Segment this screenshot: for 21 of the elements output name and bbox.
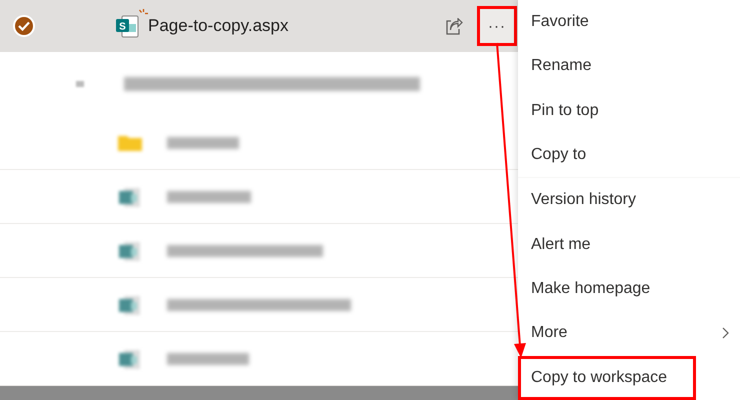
menu-item[interactable]: Version history <box>518 178 740 223</box>
menu-item[interactable]: Pin to top <box>518 88 740 133</box>
menu-item[interactable]: Alert me <box>518 222 740 267</box>
page-icon[interactable] <box>117 294 143 316</box>
checkmark-icon[interactable] <box>13 15 35 37</box>
page-icon[interactable] <box>117 186 143 208</box>
menu-item[interactable]: Favorite <box>518 0 740 44</box>
page-icon[interactable] <box>117 348 143 370</box>
page-icon[interactable] <box>117 240 143 262</box>
menu-item[interactable]: Rename <box>518 44 740 89</box>
more-options-button[interactable]: ··· <box>477 6 517 46</box>
menu-item[interactable]: Make homepage <box>518 266 740 312</box>
menu-item[interactable]: Copy to <box>518 132 740 178</box>
menu-item[interactable]: Copy to workspace <box>518 356 696 400</box>
selected-file-row[interactable]: S Page-to-copy.aspx ··· <box>0 0 518 52</box>
menu-item[interactable]: More <box>518 311 740 356</box>
scrollbar[interactable] <box>0 386 518 400</box>
chevron-right-icon <box>722 327 729 340</box>
share-icon[interactable] <box>445 18 463 34</box>
file-name[interactable]: Page-to-copy.aspx <box>148 13 288 39</box>
blurred-text <box>167 136 239 148</box>
